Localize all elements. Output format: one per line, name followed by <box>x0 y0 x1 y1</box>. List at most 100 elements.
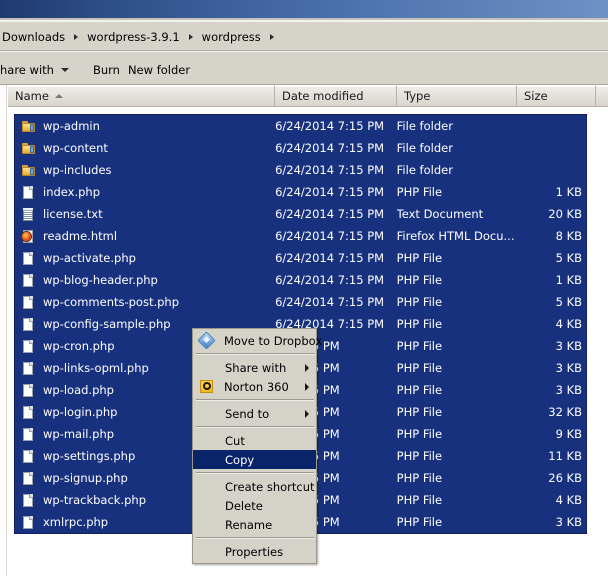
file-name-label: wp-blog-header.php <box>43 273 158 287</box>
file-name-label: wp-login.php <box>43 405 118 419</box>
context-menu-item-label: Send to <box>225 406 270 421</box>
file-name-label: xmlrpc.php <box>43 515 109 529</box>
context-menu-item-delete[interactable]: Delete <box>193 496 316 515</box>
breadcrumb-chevron-icon[interactable] <box>188 34 193 40</box>
column-header-name[interactable]: Name <box>8 86 275 106</box>
context-menu-item-norton-360[interactable]: Norton 360 <box>193 377 316 396</box>
title-bar <box>0 0 608 18</box>
context-menu-item-cut[interactable]: Cut <box>193 431 316 450</box>
toolbar-button-2[interactable]: New folder <box>128 60 198 80</box>
context-menu-item-create-shortcut[interactable]: Create shortcut <box>193 477 316 496</box>
file-icon <box>21 427 36 442</box>
file-date-modified-cell: 6/24/2014 7:15 PM <box>275 295 385 309</box>
file-size-cell: 1 KB <box>555 185 582 199</box>
table-row[interactable]: wp-includes 6/24/2014 7:15 PM File folder <box>15 159 586 181</box>
context-menu-separator <box>196 353 314 355</box>
context-menu-item-label: Move to Dropbox <box>224 333 323 348</box>
context-menu-item-label: Cut <box>225 433 245 448</box>
context-menu-separator <box>196 399 314 401</box>
navigation-pane-edge <box>0 85 7 576</box>
file-size-cell: 3 KB <box>555 361 582 375</box>
file-name-cell[interactable]: wp-content <box>15 141 275 156</box>
file-type-cell: File folder <box>396 119 453 133</box>
table-row[interactable]: wp-activate.php 6/24/2014 7:15 PM PHP File… <box>15 247 586 269</box>
toolbar-button-label: New folder <box>127 63 191 77</box>
submenu-arrow-icon[interactable] <box>305 409 309 418</box>
toolbar-button-0[interactable]: hare with <box>0 60 77 80</box>
toolbar-button-label: hare with <box>0 63 54 77</box>
context-menu-separator <box>196 426 314 428</box>
breadcrumb-item-0[interactable]: Downloads <box>0 30 67 44</box>
file-name-label: wp-signup.php <box>43 471 128 485</box>
file-icon <box>21 493 36 508</box>
column-header-size[interactable]: Size <box>517 86 596 106</box>
context-menu-item-properties[interactable]: Properties <box>193 542 316 561</box>
file-type-cell: PHP File <box>396 295 443 309</box>
file-name-label: wp-trackback.php <box>43 493 146 507</box>
column-header-date-modified-label: Date modified <box>282 89 364 103</box>
table-row[interactable]: wp-comments-post.php 6/24/2014 7:15 PM PHP… <box>15 291 586 313</box>
table-row[interactable]: readme.html 6/24/2014 7:15 PM Firefox HTML… <box>15 225 586 247</box>
context-menu-item-share-with[interactable]: Share with <box>193 358 316 377</box>
file-type-cell: File folder <box>396 163 453 177</box>
file-icon <box>21 405 36 420</box>
context-menu-item-rename[interactable]: Rename <box>193 515 316 534</box>
context-menu-separator <box>196 537 314 539</box>
file-name-label: wp-config-sample.php <box>43 317 171 331</box>
breadcrumb-chevron-icon[interactable] <box>74 34 79 40</box>
column-header-row[interactable]: Name Date modified Type Size <box>8 86 608 107</box>
file-type-cell: PHP File <box>396 251 443 265</box>
file-name-cell[interactable]: license.txt <box>15 207 275 222</box>
file-type-cell: PHP File <box>396 273 443 287</box>
file-date-modified-cell: 6/24/2014 7:15 PM <box>275 207 385 221</box>
file-icon <box>21 449 36 464</box>
file-size-cell: 8 KB <box>555 229 582 243</box>
context-menu-item-copy[interactable]: Copy <box>193 450 316 469</box>
breadcrumb-chevron-icon[interactable] <box>269 34 274 40</box>
html-icon <box>21 229 36 244</box>
table-row[interactable]: license.txt 6/24/2014 7:15 PM Text Documen… <box>15 203 586 225</box>
column-header-type[interactable]: Type <box>397 86 517 106</box>
address-bar[interactable]: Downloads wordpress-3.9.1 wordpress <box>0 24 608 50</box>
table-row[interactable]: wp-blog-header.php 6/24/2014 7:15 PM PHP F… <box>15 269 586 291</box>
file-type-cell: PHP File <box>396 515 443 529</box>
file-icon <box>21 339 36 354</box>
context-menu-item-label: Properties <box>225 544 284 559</box>
file-type-cell: PHP File <box>396 493 443 507</box>
file-name-cell[interactable]: wp-blog-header.php <box>15 273 275 288</box>
file-size-cell: 3 KB <box>555 515 582 529</box>
file-size-cell: 11 KB <box>548 449 582 463</box>
file-name-label: wp-cron.php <box>43 339 115 353</box>
norton-icon <box>199 379 215 395</box>
breadcrumb[interactable]: Downloads wordpress-3.9.1 wordpress <box>0 30 281 44</box>
context-menu[interactable]: Move to Dropbox Share with Norton 360 Send … <box>192 328 322 564</box>
file-date-modified-cell: 6/24/2014 7:15 PM <box>275 273 385 287</box>
submenu-arrow-icon[interactable] <box>305 382 309 391</box>
table-row[interactable]: wp-admin 6/24/2014 7:15 PM File folder <box>15 115 586 137</box>
context-menu-item-send-to[interactable]: Send to <box>193 404 316 423</box>
file-name-cell[interactable]: wp-admin <box>15 119 275 134</box>
context-menu-item-move-to-dropbox[interactable]: Move to Dropbox <box>193 331 322 350</box>
breadcrumb-item-2[interactable]: wordpress <box>200 30 263 44</box>
toolbar-button-1[interactable]: Burn <box>93 60 128 80</box>
file-name-cell[interactable]: index.php <box>15 185 275 200</box>
column-header-date-modified[interactable]: Date modified <box>275 86 397 106</box>
file-name-cell[interactable]: wp-comments-post.php <box>15 295 275 310</box>
file-name-cell[interactable]: readme.html <box>15 229 275 244</box>
file-date-modified-cell: 6/24/2014 7:15 PM <box>275 141 385 155</box>
file-type-cell: PHP File <box>396 405 443 419</box>
file-type-cell: File folder <box>396 141 453 155</box>
file-type-cell: PHP File <box>396 317 443 331</box>
file-name-cell[interactable]: wp-activate.php <box>15 251 275 266</box>
context-menu-item-label: Norton 360 <box>224 379 289 394</box>
breadcrumb-item-1[interactable]: wordpress-3.9.1 <box>85 30 182 44</box>
table-row[interactable]: wp-content 6/24/2014 7:15 PM File folder <box>15 137 586 159</box>
command-toolbar[interactable]: hare with Burn New folder <box>0 56 608 84</box>
file-date-modified-cell: 6/24/2014 7:15 PM <box>275 185 385 199</box>
chevron-down-icon[interactable] <box>60 68 69 72</box>
submenu-arrow-icon[interactable] <box>305 363 309 372</box>
table-row[interactable]: index.php 6/24/2014 7:15 PM PHP File 1 KB <box>15 181 586 203</box>
folder-icon <box>21 119 36 134</box>
file-icon <box>21 361 36 376</box>
file-name-cell[interactable]: wp-includes <box>15 163 275 178</box>
